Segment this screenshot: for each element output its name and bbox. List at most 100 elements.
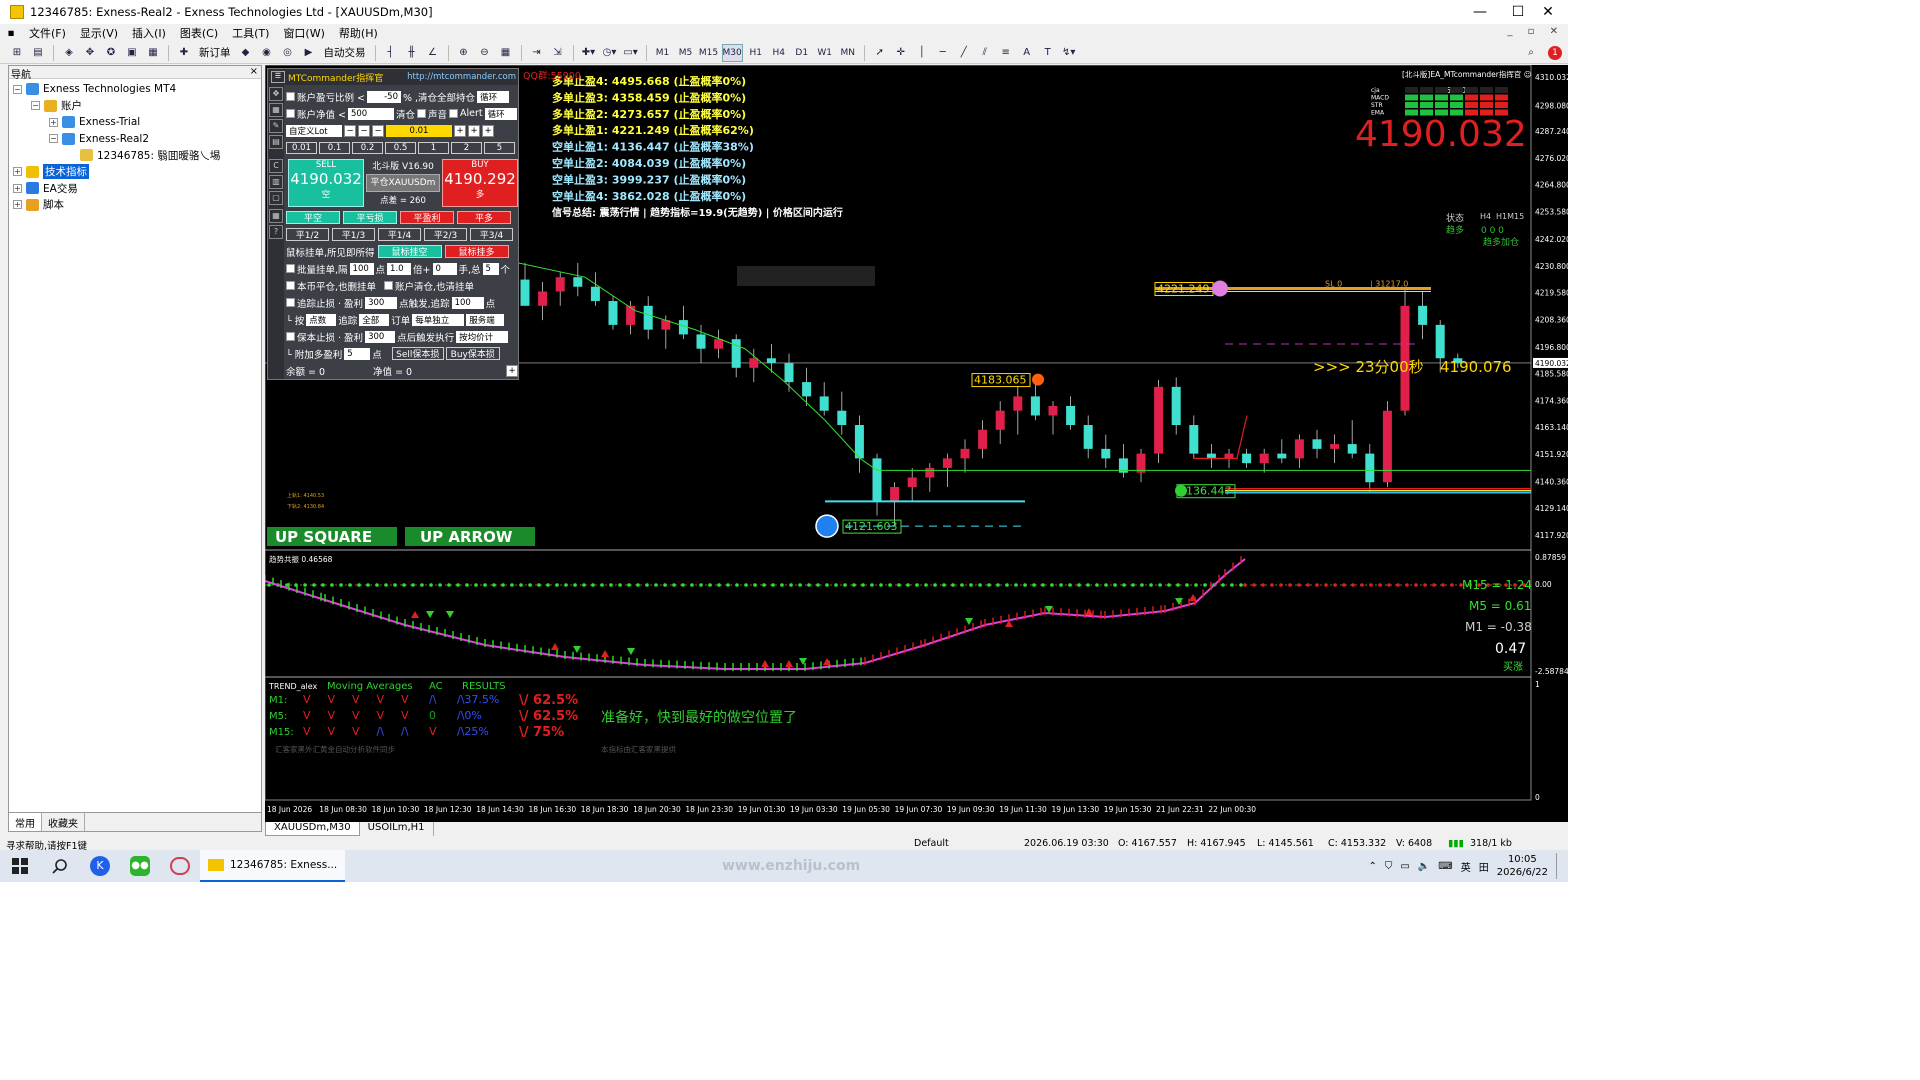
close-profit-button[interactable]: 平盈利 (400, 211, 454, 224)
autoscroll-icon[interactable]: ⇲ (549, 44, 567, 62)
tile-windows-icon[interactable]: ▦ (497, 44, 515, 62)
lot-preset-button[interactable]: 0.01 (286, 141, 317, 154)
tester-icon[interactable]: ▦ (144, 44, 162, 62)
cursor-icon[interactable]: ➚ (871, 44, 889, 62)
crosshair-icon[interactable]: ✛ (892, 44, 910, 62)
mouse-buy-button[interactable]: 鼠标挂多 (444, 245, 509, 258)
tray-clock[interactable]: 10:05 2026/6/22 (1497, 853, 1548, 879)
tray-chevron-icon[interactable]: ⌃ (1368, 861, 1376, 872)
by-select[interactable]: 点数 (306, 313, 337, 326)
sell-button[interactable]: SELL 4190.032 空 (288, 159, 364, 207)
terminal-icon[interactable]: ▣ (123, 44, 141, 62)
menu-window[interactable]: 窗口(W) (276, 25, 331, 41)
menu-help[interactable]: 帮助(H) (332, 25, 385, 41)
lot-preset-button[interactable]: 0.2 (352, 141, 383, 154)
panel-url[interactable]: http://mtcommander.com (407, 72, 516, 82)
tray-ime[interactable]: 英 (1461, 859, 1471, 874)
menu-tools[interactable]: 工具(T) (225, 25, 276, 41)
tf-mn[interactable]: MN (838, 44, 858, 62)
market-watch-icon[interactable]: ◈ (60, 44, 78, 62)
close-button[interactable]: ✕ (1528, 0, 1568, 24)
buy-button[interactable]: BUY 4190.292 多 (442, 159, 518, 207)
close-two-thirds-button[interactable]: 平2/3 (424, 228, 467, 241)
notification-icon[interactable]: 1 (1548, 45, 1562, 60)
sound-checkbox[interactable] (417, 109, 426, 118)
tf-w1[interactable]: W1 (815, 44, 835, 62)
breakeven-select[interactable]: 按均价计 (456, 330, 509, 343)
lot-select[interactable]: 自定义Lot (286, 124, 342, 137)
windows-start-icon[interactable] (0, 850, 40, 882)
batch-add-input[interactable]: 0 (432, 262, 457, 275)
wechat-icon[interactable]: ●● (120, 850, 160, 882)
loss-ratio-input[interactable]: -50 (366, 90, 401, 103)
expand-toggle-icon[interactable]: − (31, 101, 40, 111)
lot-plus-2[interactable]: + (468, 124, 480, 137)
auto-trade-button[interactable]: 自动交易 (321, 44, 369, 62)
auto-trade-icon[interactable]: ▶ (300, 44, 318, 62)
help-icon[interactable]: ? (269, 225, 283, 239)
trail-checkbox[interactable] (286, 298, 295, 307)
alert-checkbox[interactable] (449, 109, 459, 118)
label-icon[interactable]: T (1039, 44, 1057, 62)
bar-chart-icon[interactable]: ┤ (382, 44, 400, 62)
line-chart-icon[interactable]: ∠ (424, 44, 442, 62)
lot-preset-button[interactable]: 2 (451, 141, 482, 154)
tf-m5[interactable]: M5 (676, 44, 696, 62)
account-icon[interactable]: ▦ (269, 103, 283, 117)
menu-file[interactable]: 文件(F) (22, 25, 73, 41)
candle-chart-icon[interactable]: ╫ (403, 44, 421, 62)
expand-toggle-icon[interactable]: + (49, 117, 58, 127)
lot-preset-button[interactable]: 0.1 (319, 141, 350, 154)
navigator-close-icon[interactable]: × (250, 66, 258, 77)
close-symbol-button[interactable]: 平仓XAUUSDm (366, 174, 440, 192)
sell-breakeven-button[interactable]: Sell保本损 (391, 347, 444, 360)
fibo-icon[interactable]: ≡ (997, 44, 1015, 62)
signals-icon[interactable]: ◉ (258, 44, 276, 62)
batch-gap-input[interactable]: 100 (349, 262, 374, 275)
expand-toggle-icon[interactable]: − (13, 84, 22, 94)
templates-icon[interactable]: ▭▾ (622, 44, 640, 62)
lot-minus-1[interactable]: − (344, 124, 356, 137)
lot-preset-button[interactable]: 5 (484, 141, 515, 154)
panel-menu-icon[interactable]: ☰ (271, 71, 285, 83)
market-icon[interactable]: ◎ (279, 44, 297, 62)
mouse-sell-button[interactable]: 鼠标挂空 (377, 245, 442, 258)
tray-network-icon[interactable]: ▭ (1400, 861, 1409, 872)
nav-item[interactable]: + 脚本 (9, 197, 261, 214)
zoom-in-icon[interactable]: ⊕ (455, 44, 473, 62)
order-select[interactable]: 每单独立 (412, 313, 465, 326)
app-menu-icon[interactable]: ▪ (0, 25, 22, 42)
close-three-quarters-button[interactable]: 平3/4 (470, 228, 513, 241)
server-select[interactable]: 服务端 (466, 313, 505, 326)
chart-icon[interactable]: ▥ (269, 175, 283, 189)
grid-icon[interactable]: ▦ (269, 209, 283, 223)
menu-view[interactable]: 显示(V) (73, 25, 125, 41)
close-short-button[interactable]: 平空 (286, 211, 340, 224)
nav-item[interactable]: − Exness Technologies MT4 (9, 81, 261, 98)
navigator-icon[interactable]: ✪ (102, 44, 120, 62)
chart-tab-usoil[interactable]: USOILm,H1 (360, 822, 434, 836)
tab-favorites[interactable]: 收藏夹 (42, 813, 85, 831)
new-chart-icon[interactable]: ⊞ (8, 44, 26, 62)
expand-toggle-icon[interactable]: + (13, 183, 22, 193)
arrows-icon[interactable]: ↯▾ (1060, 44, 1078, 62)
show-desktop[interactable] (1556, 853, 1560, 879)
minimize-button[interactable]: — (1460, 0, 1500, 24)
profiles-icon[interactable]: ▤ (29, 44, 47, 62)
lot-minus-3[interactable]: − (372, 124, 384, 137)
expand-toggle-icon[interactable]: + (13, 200, 22, 210)
k-app-icon[interactable]: K (80, 850, 120, 882)
batch-count-input[interactable]: 5 (482, 262, 499, 275)
data-window-icon[interactable]: ✥ (81, 44, 99, 62)
indicators-icon[interactable]: ✚▾ (580, 44, 598, 62)
tf-m30[interactable]: M30 (721, 43, 743, 62)
lot-plus-3[interactable]: + (482, 124, 494, 137)
nav-item[interactable]: + Exness-Trial (9, 114, 261, 131)
nav-item[interactable]: 12346785: 翳囬暧骆乀埸 (9, 147, 261, 164)
expand-toggle-icon[interactable]: + (13, 167, 22, 177)
tf-h4[interactable]: H4 (769, 44, 789, 62)
metaeditor-icon[interactable]: ◆ (237, 44, 255, 62)
batch-checkbox[interactable] (286, 264, 295, 273)
tf-h1[interactable]: H1 (746, 44, 766, 62)
lot-preset-button[interactable]: 1 (418, 141, 449, 154)
